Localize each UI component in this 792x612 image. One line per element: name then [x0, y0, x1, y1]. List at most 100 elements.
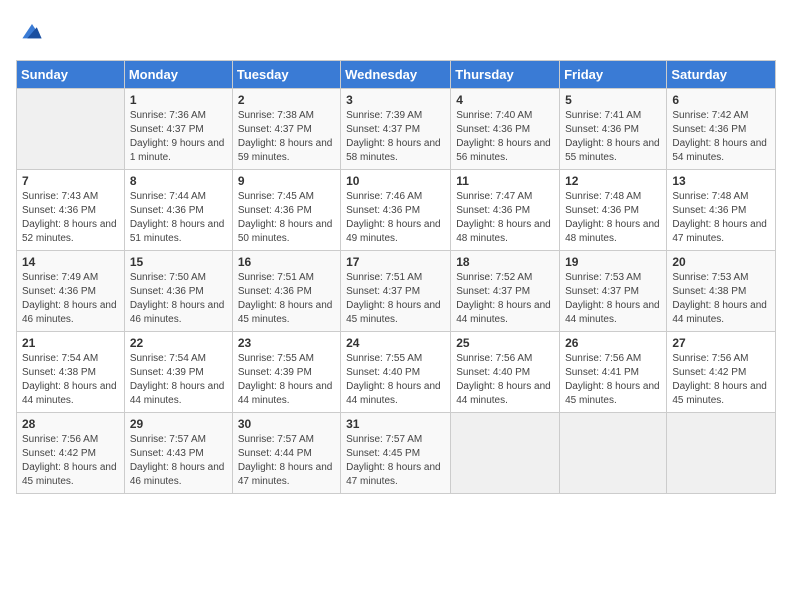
day-detail: Sunrise: 7:42 AMSunset: 4:36 PMDaylight:… — [672, 109, 770, 165]
calendar-cell: 10 Sunrise: 7:46 AMSunset: 4:36 PMDaylig… — [341, 170, 451, 251]
calendar-cell: 18 Sunrise: 7:52 AMSunset: 4:37 PMDaylig… — [451, 251, 560, 332]
day-number: 11 — [456, 174, 554, 188]
calendar-cell: 6 Sunrise: 7:42 AMSunset: 4:36 PMDayligh… — [667, 89, 776, 170]
calendar-cell: 21 Sunrise: 7:54 AMSunset: 4:38 PMDaylig… — [17, 332, 125, 413]
weekday-header-tuesday: Tuesday — [232, 61, 340, 89]
day-number: 25 — [456, 336, 554, 350]
day-detail: Sunrise: 7:55 AMSunset: 4:40 PMDaylight:… — [346, 352, 445, 408]
day-detail: Sunrise: 7:45 AMSunset: 4:36 PMDaylight:… — [238, 190, 335, 246]
calendar-cell: 14 Sunrise: 7:49 AMSunset: 4:36 PMDaylig… — [17, 251, 125, 332]
day-detail: Sunrise: 7:54 AMSunset: 4:39 PMDaylight:… — [130, 352, 227, 408]
day-number: 19 — [565, 255, 661, 269]
day-number: 8 — [130, 174, 227, 188]
day-number: 27 — [672, 336, 770, 350]
calendar-cell: 7 Sunrise: 7:43 AMSunset: 4:36 PMDayligh… — [17, 170, 125, 251]
day-number: 6 — [672, 93, 770, 107]
day-number: 4 — [456, 93, 554, 107]
calendar-week-row: 14 Sunrise: 7:49 AMSunset: 4:36 PMDaylig… — [17, 251, 776, 332]
day-detail: Sunrise: 7:51 AMSunset: 4:37 PMDaylight:… — [346, 271, 445, 327]
calendar-cell — [17, 89, 125, 170]
weekday-header-thursday: Thursday — [451, 61, 560, 89]
day-number: 29 — [130, 417, 227, 431]
weekday-header-friday: Friday — [560, 61, 667, 89]
calendar-cell: 2 Sunrise: 7:38 AMSunset: 4:37 PMDayligh… — [232, 89, 340, 170]
calendar-cell: 3 Sunrise: 7:39 AMSunset: 4:37 PMDayligh… — [341, 89, 451, 170]
weekday-header-saturday: Saturday — [667, 61, 776, 89]
calendar-cell: 26 Sunrise: 7:56 AMSunset: 4:41 PMDaylig… — [560, 332, 667, 413]
calendar-cell: 9 Sunrise: 7:45 AMSunset: 4:36 PMDayligh… — [232, 170, 340, 251]
day-number: 21 — [22, 336, 119, 350]
day-detail: Sunrise: 7:56 AMSunset: 4:40 PMDaylight:… — [456, 352, 554, 408]
weekday-header-monday: Monday — [124, 61, 232, 89]
day-detail: Sunrise: 7:36 AMSunset: 4:37 PMDaylight:… — [130, 109, 227, 165]
day-number: 24 — [346, 336, 445, 350]
day-detail: Sunrise: 7:40 AMSunset: 4:36 PMDaylight:… — [456, 109, 554, 165]
day-number: 17 — [346, 255, 445, 269]
calendar-cell: 5 Sunrise: 7:41 AMSunset: 4:36 PMDayligh… — [560, 89, 667, 170]
day-detail: Sunrise: 7:43 AMSunset: 4:36 PMDaylight:… — [22, 190, 119, 246]
day-detail: Sunrise: 7:56 AMSunset: 4:42 PMDaylight:… — [22, 433, 119, 489]
calendar-cell: 11 Sunrise: 7:47 AMSunset: 4:36 PMDaylig… — [451, 170, 560, 251]
day-number: 14 — [22, 255, 119, 269]
calendar-week-row: 28 Sunrise: 7:56 AMSunset: 4:42 PMDaylig… — [17, 413, 776, 494]
day-number: 23 — [238, 336, 335, 350]
day-detail: Sunrise: 7:48 AMSunset: 4:36 PMDaylight:… — [672, 190, 770, 246]
calendar-cell: 1 Sunrise: 7:36 AMSunset: 4:37 PMDayligh… — [124, 89, 232, 170]
weekday-header-wednesday: Wednesday — [341, 61, 451, 89]
calendar-cell: 25 Sunrise: 7:56 AMSunset: 4:40 PMDaylig… — [451, 332, 560, 413]
day-detail: Sunrise: 7:53 AMSunset: 4:38 PMDaylight:… — [672, 271, 770, 327]
day-number: 16 — [238, 255, 335, 269]
calendar-cell: 22 Sunrise: 7:54 AMSunset: 4:39 PMDaylig… — [124, 332, 232, 413]
day-detail: Sunrise: 7:47 AMSunset: 4:36 PMDaylight:… — [456, 190, 554, 246]
weekday-header-row: SundayMondayTuesdayWednesdayThursdayFrid… — [17, 61, 776, 89]
logo-icon — [16, 16, 48, 48]
day-number: 28 — [22, 417, 119, 431]
calendar-cell: 28 Sunrise: 7:56 AMSunset: 4:42 PMDaylig… — [17, 413, 125, 494]
calendar-week-row: 1 Sunrise: 7:36 AMSunset: 4:37 PMDayligh… — [17, 89, 776, 170]
calendar-cell: 31 Sunrise: 7:57 AMSunset: 4:45 PMDaylig… — [341, 413, 451, 494]
day-detail: Sunrise: 7:39 AMSunset: 4:37 PMDaylight:… — [346, 109, 445, 165]
day-number: 26 — [565, 336, 661, 350]
day-number: 7 — [22, 174, 119, 188]
calendar-week-row: 21 Sunrise: 7:54 AMSunset: 4:38 PMDaylig… — [17, 332, 776, 413]
day-detail: Sunrise: 7:51 AMSunset: 4:36 PMDaylight:… — [238, 271, 335, 327]
day-detail: Sunrise: 7:48 AMSunset: 4:36 PMDaylight:… — [565, 190, 661, 246]
day-number: 22 — [130, 336, 227, 350]
day-number: 30 — [238, 417, 335, 431]
day-number: 31 — [346, 417, 445, 431]
day-number: 3 — [346, 93, 445, 107]
day-detail: Sunrise: 7:46 AMSunset: 4:36 PMDaylight:… — [346, 190, 445, 246]
day-number: 2 — [238, 93, 335, 107]
day-number: 1 — [130, 93, 227, 107]
logo — [16, 16, 52, 48]
day-detail: Sunrise: 7:54 AMSunset: 4:38 PMDaylight:… — [22, 352, 119, 408]
day-detail: Sunrise: 7:52 AMSunset: 4:37 PMDaylight:… — [456, 271, 554, 327]
day-detail: Sunrise: 7:50 AMSunset: 4:36 PMDaylight:… — [130, 271, 227, 327]
day-detail: Sunrise: 7:57 AMSunset: 4:45 PMDaylight:… — [346, 433, 445, 489]
calendar-cell: 4 Sunrise: 7:40 AMSunset: 4:36 PMDayligh… — [451, 89, 560, 170]
page-header — [16, 16, 776, 48]
calendar-cell: 27 Sunrise: 7:56 AMSunset: 4:42 PMDaylig… — [667, 332, 776, 413]
day-detail: Sunrise: 7:57 AMSunset: 4:43 PMDaylight:… — [130, 433, 227, 489]
day-detail: Sunrise: 7:44 AMSunset: 4:36 PMDaylight:… — [130, 190, 227, 246]
calendar-cell: 8 Sunrise: 7:44 AMSunset: 4:36 PMDayligh… — [124, 170, 232, 251]
day-detail: Sunrise: 7:38 AMSunset: 4:37 PMDaylight:… — [238, 109, 335, 165]
day-detail: Sunrise: 7:56 AMSunset: 4:41 PMDaylight:… — [565, 352, 661, 408]
calendar-cell: 12 Sunrise: 7:48 AMSunset: 4:36 PMDaylig… — [560, 170, 667, 251]
calendar-table: SundayMondayTuesdayWednesdayThursdayFrid… — [16, 60, 776, 494]
calendar-cell: 30 Sunrise: 7:57 AMSunset: 4:44 PMDaylig… — [232, 413, 340, 494]
day-detail: Sunrise: 7:56 AMSunset: 4:42 PMDaylight:… — [672, 352, 770, 408]
calendar-week-row: 7 Sunrise: 7:43 AMSunset: 4:36 PMDayligh… — [17, 170, 776, 251]
calendar-cell: 16 Sunrise: 7:51 AMSunset: 4:36 PMDaylig… — [232, 251, 340, 332]
day-number: 5 — [565, 93, 661, 107]
day-detail: Sunrise: 7:55 AMSunset: 4:39 PMDaylight:… — [238, 352, 335, 408]
weekday-header-sunday: Sunday — [17, 61, 125, 89]
day-detail: Sunrise: 7:53 AMSunset: 4:37 PMDaylight:… — [565, 271, 661, 327]
calendar-cell: 15 Sunrise: 7:50 AMSunset: 4:36 PMDaylig… — [124, 251, 232, 332]
calendar-cell: 20 Sunrise: 7:53 AMSunset: 4:38 PMDaylig… — [667, 251, 776, 332]
calendar-cell: 29 Sunrise: 7:57 AMSunset: 4:43 PMDaylig… — [124, 413, 232, 494]
calendar-cell: 23 Sunrise: 7:55 AMSunset: 4:39 PMDaylig… — [232, 332, 340, 413]
day-number: 9 — [238, 174, 335, 188]
day-number: 15 — [130, 255, 227, 269]
day-number: 12 — [565, 174, 661, 188]
